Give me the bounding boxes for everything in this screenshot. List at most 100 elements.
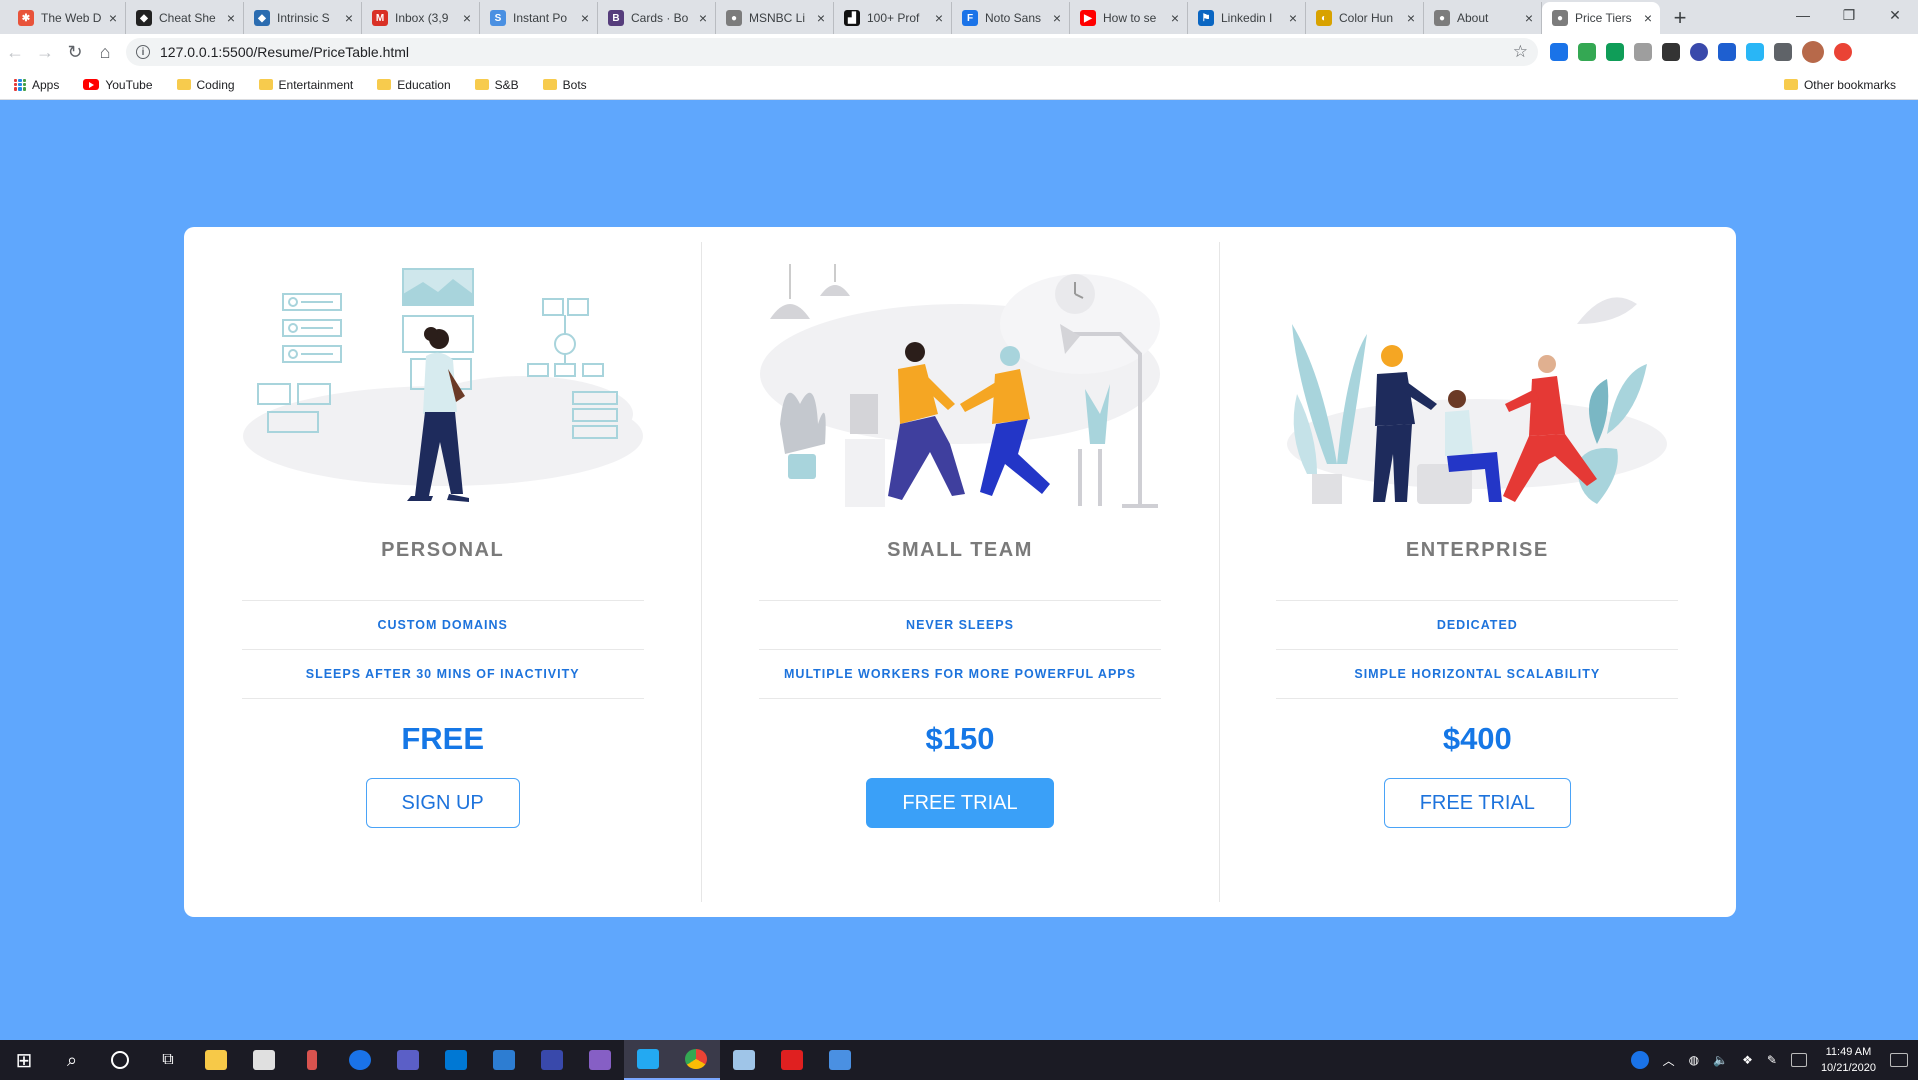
favicon-icon: ●	[1552, 10, 1568, 26]
notifications-icon[interactable]	[1890, 1053, 1908, 1067]
close-tab-icon[interactable]: ×	[1053, 10, 1061, 26]
taskbar-file-explorer[interactable]	[192, 1040, 240, 1080]
browser-tab[interactable]: ● Price Tiers ×	[1542, 2, 1660, 34]
free-trial-button[interactable]: FREE TRIAL	[1383, 778, 1571, 828]
folder-icon	[258, 79, 273, 90]
close-window-icon[interactable]: ✕	[1872, 0, 1918, 30]
cortana-button[interactable]	[96, 1040, 144, 1080]
browser-tab[interactable]: S Instant Po ×	[480, 2, 598, 34]
keyboard-icon[interactable]	[1790, 1053, 1807, 1067]
browser-tab[interactable]: ● About ×	[1424, 2, 1542, 34]
bookmark-folder-education[interactable]: Education	[377, 78, 460, 92]
taskbar-app[interactable]	[384, 1040, 432, 1080]
help-icon[interactable]	[1630, 1051, 1649, 1069]
chevron-up-icon[interactable]: ︿	[1663, 1052, 1675, 1069]
drive-extension-icon[interactable]	[1578, 43, 1596, 61]
bookmark-label: YouTube	[105, 77, 153, 92]
restore-icon[interactable]: ❐	[1826, 0, 1872, 30]
close-tab-icon[interactable]: ×	[1644, 10, 1652, 26]
cortana-icon	[111, 1051, 129, 1069]
profile-avatar[interactable]	[1802, 41, 1824, 63]
browser-tab[interactable]: B Cards · Bo ×	[598, 2, 716, 34]
favicon-icon: S	[490, 10, 506, 26]
taskbar-chrome[interactable]	[672, 1040, 720, 1080]
bookmark-folder-coding[interactable]: Coding	[176, 78, 245, 92]
bookmark-apps[interactable]: Apps	[14, 78, 69, 92]
browser-tab[interactable]: ▶ How to se ×	[1070, 2, 1188, 34]
extension-icon[interactable]	[1550, 43, 1568, 61]
task-view-button[interactable]: ⧉	[144, 1040, 192, 1080]
taskbar-app[interactable]	[480, 1040, 528, 1080]
close-tab-icon[interactable]: ×	[1525, 10, 1533, 26]
close-tab-icon[interactable]: ×	[581, 10, 589, 26]
start-button[interactable]: ⊞	[0, 1040, 48, 1080]
new-tab-button[interactable]: +	[1666, 4, 1694, 32]
extension-icon[interactable]	[1662, 43, 1680, 61]
taskbar-app[interactable]	[528, 1040, 576, 1080]
browser-tab[interactable]: ◆ Cheat She ×	[126, 2, 244, 34]
taskbar-visual-studio[interactable]	[576, 1040, 624, 1080]
home-icon[interactable]: ⌂	[90, 37, 120, 67]
site-info-icon[interactable]: i	[136, 45, 150, 59]
browser-tab[interactable]: ◆ Intrinsic S ×	[244, 2, 362, 34]
taskbar-vscode[interactable]	[624, 1040, 672, 1080]
free-trial-button[interactable]: FREE TRIAL	[866, 778, 1054, 828]
close-tab-icon[interactable]: ×	[227, 10, 235, 26]
search-icon: ⌕	[66, 1049, 78, 1070]
close-tab-icon[interactable]: ×	[1171, 10, 1179, 26]
bookmark-folder-sb[interactable]: S&B	[474, 78, 529, 92]
pen-icon[interactable]: ✎	[1767, 1053, 1777, 1067]
windows-logo-icon: ⊞	[15, 1049, 33, 1072]
extension-icon[interactable]	[1634, 43, 1652, 61]
bookmark-youtube[interactable]: YouTube	[83, 78, 162, 92]
minimize-icon[interactable]: —	[1780, 0, 1826, 30]
dropbox-icon[interactable]: ❖	[1742, 1053, 1753, 1067]
taskbar-store[interactable]	[240, 1040, 288, 1080]
taskbar-acrobat[interactable]	[768, 1040, 816, 1080]
close-tab-icon[interactable]: ×	[109, 10, 117, 26]
plan-column-personal: PERSONAL CUSTOM DOMAINS SLEEPS AFTER 30 …	[184, 227, 701, 917]
extension-icon[interactable]	[1746, 43, 1764, 61]
extension-icon[interactable]	[1718, 43, 1736, 61]
browser-tab[interactable]: ⚑ Linkedin I ×	[1188, 2, 1306, 34]
puzzle-piece-icon[interactable]	[1774, 43, 1792, 61]
system-clock[interactable]: 11:49 AM 10/21/2020	[1821, 1044, 1876, 1076]
sign-up-button[interactable]: SIGN UP	[365, 778, 520, 828]
taskbar-app[interactable]	[720, 1040, 768, 1080]
bookmark-folder-bots[interactable]: Bots	[542, 78, 597, 92]
url-text[interactable]: 127.0.0.1:5500/Resume/PriceTable.html	[160, 44, 1513, 60]
extension-icon[interactable]	[1690, 43, 1708, 61]
browser-tab[interactable]: ◐ Color Hun ×	[1306, 2, 1424, 34]
bookmark-folder-entertainment[interactable]: Entertainment	[258, 78, 364, 92]
close-tab-icon[interactable]: ×	[699, 10, 707, 26]
browser-tab[interactable]: F Noto Sans ×	[952, 2, 1070, 34]
browser-tab[interactable]: M Inbox (3,9 ×	[362, 2, 480, 34]
browser-tab[interactable]: ✱ The Web D ×	[8, 2, 126, 34]
close-tab-icon[interactable]: ×	[1289, 10, 1297, 26]
update-icon[interactable]	[1834, 43, 1852, 61]
other-bookmarks-folder[interactable]: Other bookmarks	[1783, 78, 1906, 92]
close-tab-icon[interactable]: ×	[817, 10, 825, 26]
search-button[interactable]: ⌕	[48, 1040, 96, 1080]
bookmark-star-icon[interactable]: ☆	[1513, 42, 1528, 62]
close-tab-icon[interactable]: ×	[463, 10, 471, 26]
volume-icon[interactable]: 🔈	[1713, 1053, 1728, 1067]
browser-tab[interactable]: ● MSNBC Li ×	[716, 2, 834, 34]
forward-arrow-icon[interactable]: →	[30, 37, 60, 67]
close-tab-icon[interactable]: ×	[1407, 10, 1415, 26]
reload-icon[interactable]: ↻	[60, 37, 90, 67]
store-icon	[253, 1050, 275, 1070]
close-tab-icon[interactable]: ×	[935, 10, 943, 26]
taskbar-app[interactable]	[288, 1040, 336, 1080]
close-tab-icon[interactable]: ×	[345, 10, 353, 26]
globe-icon[interactable]: ◍	[1689, 1053, 1699, 1067]
taskbar-app[interactable]	[432, 1040, 480, 1080]
tab-title: Instant Po	[513, 11, 568, 25]
favicon-icon: ●	[1434, 10, 1450, 26]
back-arrow-icon[interactable]: ←	[0, 37, 30, 67]
browser-tab[interactable]: ▟ 100+ Prof ×	[834, 2, 952, 34]
taskbar-photos[interactable]	[816, 1040, 864, 1080]
taskbar-app[interactable]	[336, 1040, 384, 1080]
grammarly-extension-icon[interactable]	[1606, 43, 1624, 61]
address-bar[interactable]: i 127.0.0.1:5500/Resume/PriceTable.html …	[126, 38, 1538, 66]
